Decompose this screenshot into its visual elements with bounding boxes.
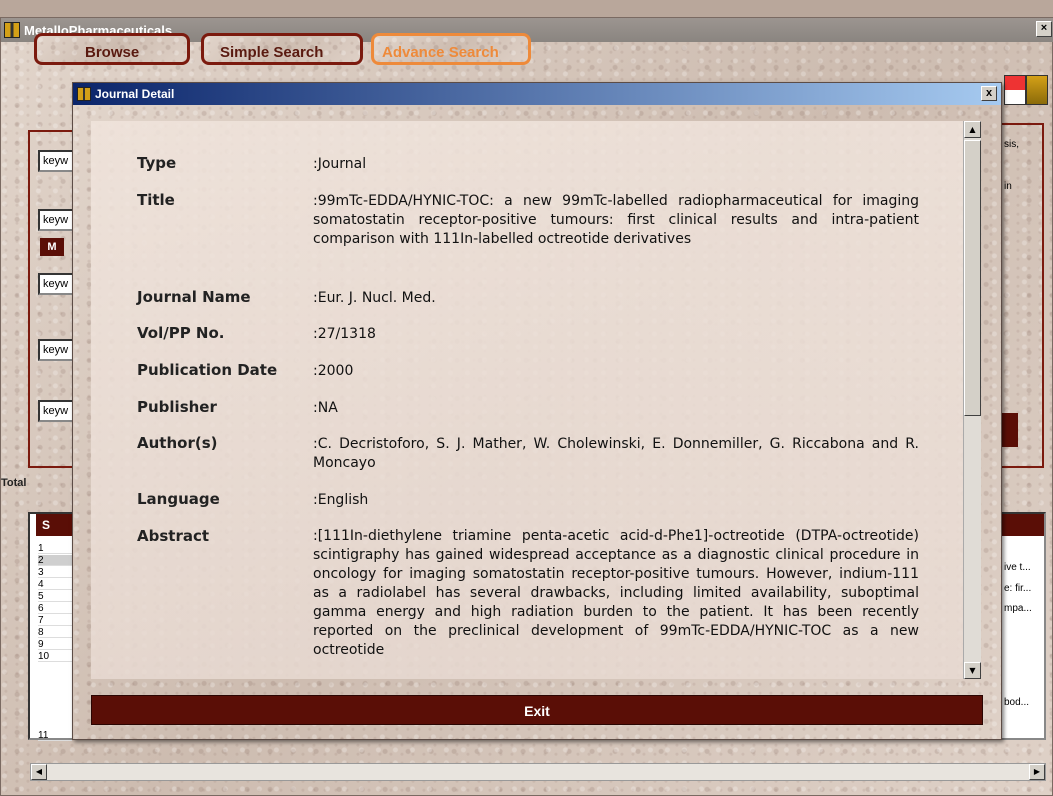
authors-label: Author(s) — [137, 434, 218, 452]
publication-date-label: Publication Date — [137, 361, 278, 379]
language-label: Language — [137, 490, 220, 508]
abstract-label: Abstract — [137, 527, 210, 545]
horizontal-scrollbar[interactable]: ◀ ▶ — [30, 763, 1046, 781]
table-row[interactable]: 9 — [38, 639, 72, 650]
close-icon[interactable]: × — [1036, 21, 1052, 37]
type-value: :Journal — [313, 156, 367, 172]
search-button[interactable] — [1000, 413, 1018, 447]
tab-simple-search[interactable]: Simple Search — [201, 33, 363, 65]
table-row[interactable]: 10 — [38, 651, 72, 662]
publisher-label: Publisher — [137, 398, 217, 416]
publication-date-value: :2000 — [313, 363, 354, 379]
journal-detail-dialog: Journal Detail x Type :Journal Title :99… — [72, 82, 1002, 740]
total-label: Total — [1, 477, 27, 489]
table-row[interactable]: 11 — [38, 730, 72, 741]
cell-snippet: e: fir... — [1004, 583, 1032, 594]
scroll-right-icon[interactable]: ▶ — [1029, 764, 1045, 780]
vol-pp-value: :27/1318 — [313, 326, 376, 342]
close-icon[interactable]: x — [981, 86, 997, 101]
scroll-left-icon[interactable]: ◀ — [31, 764, 47, 780]
abstract-value: :[111In-diethylene triamine penta-acetic… — [313, 528, 919, 658]
first-aid-icon — [1004, 75, 1026, 105]
right-snippet: sis, — [1004, 139, 1019, 150]
m-button[interactable]: M — [40, 238, 64, 256]
table-row[interactable]: 3 — [38, 567, 72, 578]
table-row[interactable]: 8 — [38, 627, 72, 638]
scrollbar-thumb[interactable] — [964, 140, 981, 416]
cell-snippet: mpa... — [1004, 603, 1032, 614]
type-label: Type — [137, 154, 177, 172]
publisher-value: :NA — [313, 400, 338, 416]
cell-snippet: bod... — [1004, 697, 1030, 708]
table-row[interactable]: 6 — [38, 603, 72, 614]
exit-button[interactable]: Exit — [91, 695, 983, 725]
dialog-title: Journal Detail — [95, 87, 175, 101]
table-row-selected[interactable]: 2 — [38, 555, 72, 566]
title-label: Title — [137, 191, 175, 209]
cell-snippet: ive t... — [1004, 562, 1031, 573]
right-snippet: in — [1004, 181, 1012, 192]
detail-panel: Type :Journal Title :99mTc-EDDA/HYNIC-TO… — [91, 121, 963, 679]
dialog-titlebar: Journal Detail x — [73, 83, 1001, 105]
tab-advance-search[interactable]: Advance Search — [371, 33, 531, 65]
app-icon — [77, 87, 91, 101]
table-row[interactable]: 7 — [38, 615, 72, 626]
vial-icon — [1026, 75, 1048, 105]
tab-browse[interactable]: Browse — [34, 33, 190, 65]
table-row[interactable]: 1 — [38, 543, 72, 554]
scroll-up-icon[interactable]: ▲ — [964, 121, 981, 138]
journal-name-value: :Eur. J. Nucl. Med. — [313, 290, 436, 306]
app-icon — [4, 22, 20, 38]
table-row[interactable]: 4 — [38, 579, 72, 590]
vertical-scrollbar[interactable]: ▲ ▼ — [963, 121, 981, 679]
scroll-down-icon[interactable]: ▼ — [964, 662, 981, 679]
journal-name-label: Journal Name — [137, 288, 251, 306]
language-value: :English — [313, 492, 369, 508]
authors-value: :C. Decristoforo, S. J. Mather, W. Chole… — [313, 436, 919, 471]
title-value: :99mTc-EDDA/HYNIC-TOC: a new 99mTc-label… — [313, 193, 919, 247]
grid-header-title[interactable] — [1000, 514, 1044, 536]
table-row[interactable]: 5 — [38, 591, 72, 602]
vol-pp-label: Vol/PP No. — [137, 324, 225, 342]
